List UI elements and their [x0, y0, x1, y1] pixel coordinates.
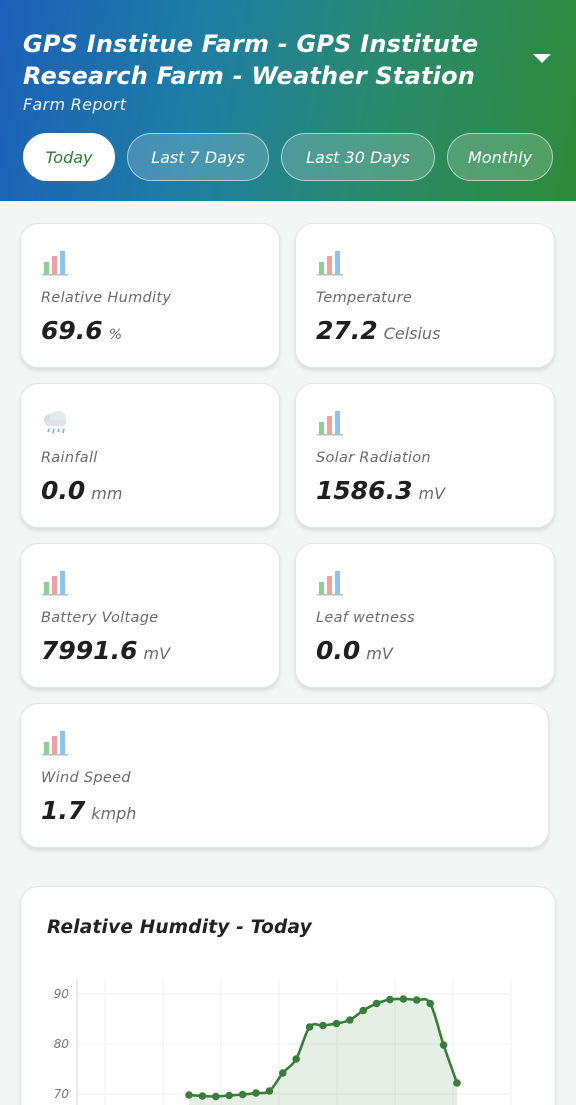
metric-value: 7991.6: [41, 636, 138, 665]
y-tick-label: 80: [54, 1037, 70, 1051]
metric-value-row: 1586.3 mV: [316, 476, 445, 505]
humidity-data-point: [439, 1041, 448, 1049]
tab-last-7-days[interactable]: Last 7 Days: [127, 133, 269, 181]
metric-value: 1586.3: [316, 476, 413, 505]
humidity-data-point: [453, 1079, 461, 1087]
humidity-data-point: [346, 1016, 354, 1024]
metric-card-leaf-wetness[interactable]: Leaf wetness 0.0 mV: [295, 543, 555, 688]
rain-cloud-icon: [41, 408, 69, 436]
metric-card-humidity[interactable]: Relative Humdity 69.6 %: [20, 223, 280, 368]
bar-chart-icon: [41, 568, 69, 596]
metric-unit: mV: [418, 484, 446, 503]
humidity-line-chart: 70 80 90: [54, 979, 512, 1105]
metric-value: 27.2: [316, 316, 378, 345]
bar-chart-icon: [316, 248, 344, 276]
humidity-area-fill: [189, 998, 457, 1105]
station-title: GPS Institue Farm - GPS Institute Resear…: [23, 30, 479, 90]
metric-unit: %: [108, 327, 122, 343]
metric-card-temperature[interactable]: Temperature 27.2 Celsius: [295, 223, 555, 368]
metric-value: 0.0: [316, 636, 361, 665]
humidity-data-point: [372, 999, 381, 1008]
humidity-data-point: [386, 995, 394, 1004]
report-subtitle: Farm Report: [23, 95, 127, 114]
metric-card-wind-speed[interactable]: Wind Speed 1.7 kmph: [20, 703, 549, 848]
humidity-data-point: [413, 996, 421, 1004]
metric-value-row: 1.7 kmph: [41, 796, 136, 825]
humidity-data-point: [359, 1006, 368, 1015]
tab-monthly[interactable]: Monthly: [447, 133, 553, 181]
metric-card-battery-voltage[interactable]: Battery Voltage 7991.6 mV: [20, 543, 280, 688]
humidity-data-point: [292, 1055, 301, 1063]
metric-value-row: 0.0 mV: [316, 636, 393, 665]
tab-last-30-days[interactable]: Last 30 Days: [281, 133, 435, 181]
humidity-data-point: [252, 1089, 260, 1097]
metric-unit: mV: [143, 644, 171, 663]
metric-label: Wind Speed: [41, 770, 131, 786]
humidity-data-point: [305, 1023, 314, 1031]
period-tabs: Today Last 7 Days Last 30 Days Monthly: [23, 133, 576, 181]
metric-value-row: 0.0 mm: [41, 476, 122, 505]
tab-today[interactable]: Today: [23, 133, 115, 181]
metric-unit: kmph: [91, 804, 137, 823]
humidity-data-point: [426, 999, 435, 1008]
metric-label: Temperature: [316, 290, 413, 306]
metric-label: Solar Radiation: [316, 450, 431, 466]
humidity-data-point: [212, 1092, 220, 1101]
metric-card-rainfall[interactable]: Rainfall 0.0 mm: [20, 383, 280, 528]
metric-unit: mV: [366, 644, 393, 663]
metric-value: 1.7: [41, 796, 86, 825]
metric-label: Rainfall: [41, 450, 98, 466]
humidity-data-point: [265, 1087, 274, 1095]
metric-unit: Celsius: [383, 324, 441, 343]
humidity-data-point: [198, 1092, 207, 1100]
metric-label: Leaf wetness: [316, 610, 415, 626]
app-header: GPS Institue Farm - GPS Institute Resear…: [0, 0, 576, 201]
bar-chart-icon: [41, 728, 69, 756]
metric-label: Relative Humdity: [41, 290, 172, 306]
y-tick-label: 70: [54, 1087, 70, 1101]
metric-value-row: 27.2 Celsius: [316, 316, 440, 345]
y-tick-label: 90: [54, 987, 70, 1001]
humidity-data-point: [238, 1090, 247, 1099]
humidity-data-point: [279, 1069, 287, 1077]
bar-chart-icon: [316, 408, 344, 436]
humidity-data-point: [185, 1091, 193, 1099]
metric-unit: mm: [91, 484, 123, 503]
metric-value: 0.0: [41, 476, 86, 505]
metric-label: Battery Voltage: [41, 610, 159, 626]
humidity-data-point: [319, 1021, 327, 1030]
metric-card-solar-radiation[interactable]: Solar Radiation 1586.3 mV: [295, 383, 555, 528]
humidity-chart-card: Relative Humdity - Today 70 80 90: [20, 886, 556, 1105]
bar-chart-icon: [41, 248, 69, 276]
humidity-data-point: [399, 995, 408, 1003]
metric-value-row: 69.6 %: [41, 316, 122, 345]
metric-value: 69.6: [41, 316, 103, 345]
metric-value-row: 7991.6 mV: [41, 636, 170, 665]
bar-chart-icon: [316, 568, 344, 596]
caret-down-icon[interactable]: [530, 50, 554, 66]
humidity-data-point: [225, 1091, 233, 1100]
humidity-data-point: [332, 1019, 341, 1028]
